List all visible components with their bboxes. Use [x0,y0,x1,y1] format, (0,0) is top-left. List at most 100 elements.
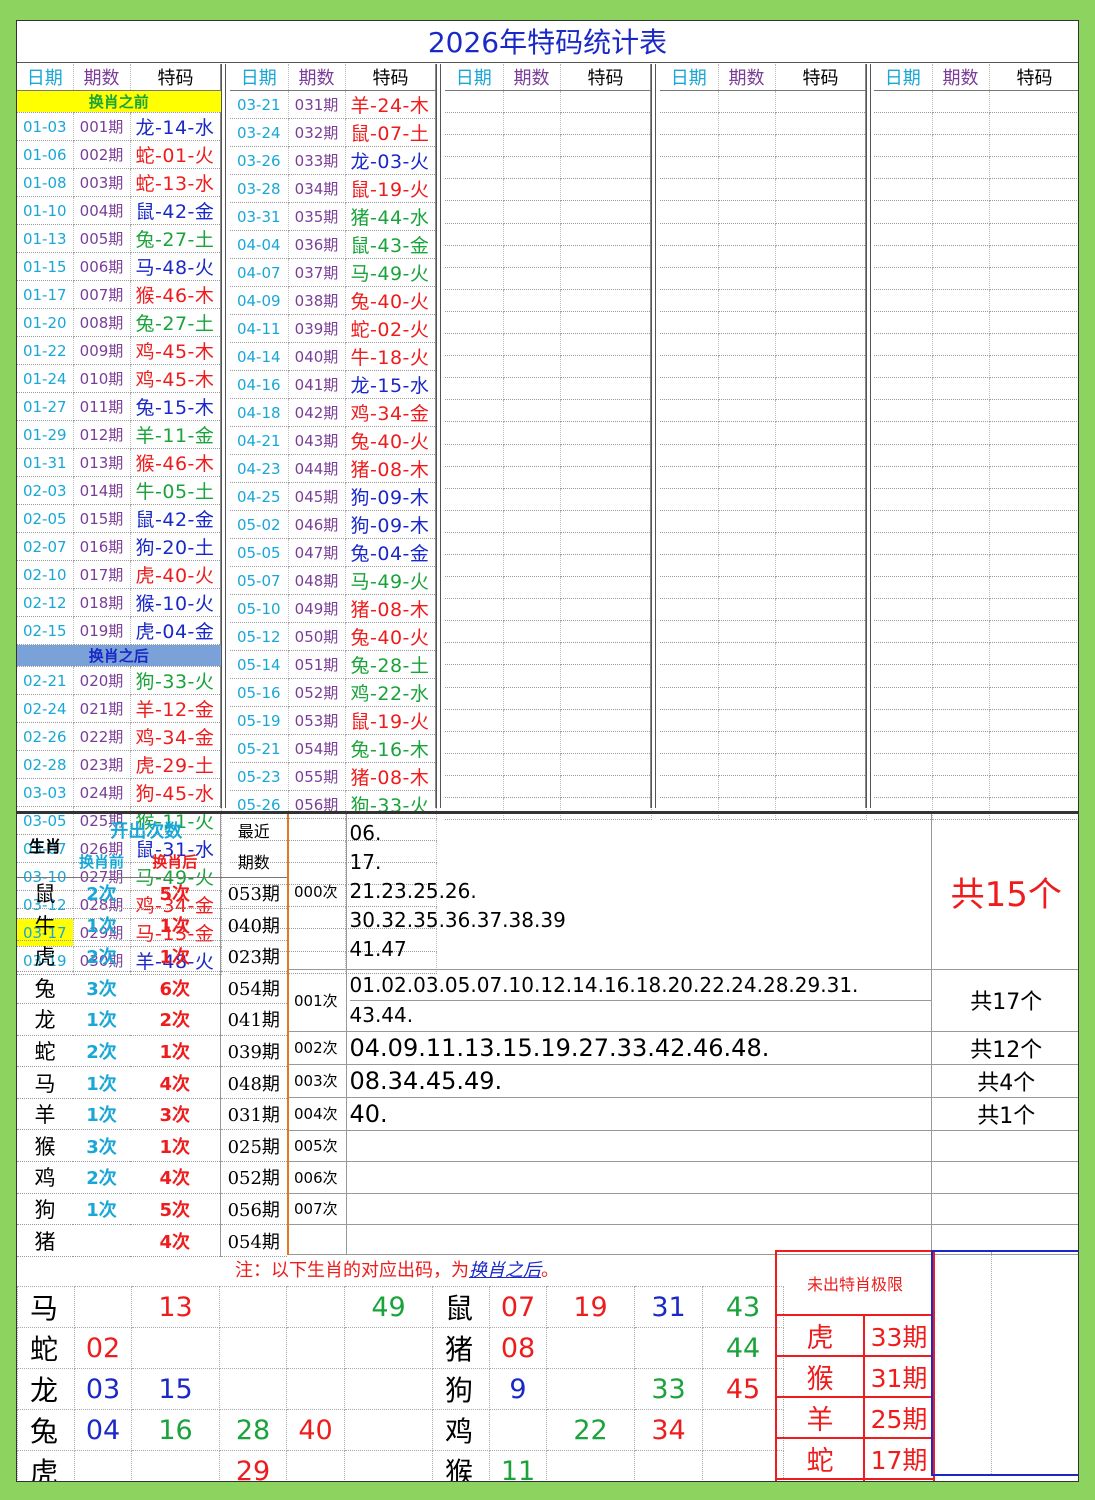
empty-cell [874,466,933,489]
row-period: 001期 [73,112,131,142]
count-label: 001次 [287,969,347,1032]
empty-cell [932,223,990,246]
count-after: 4次 [130,1066,220,1099]
zodiac-stat-row: 鸡 2次 4次 052期 [17,1161,287,1194]
empty-cell [660,156,719,180]
row-date: 04-23 [230,454,289,483]
row-period: 022期 [73,722,131,752]
row-date: 01-10 [17,196,74,226]
empty-cell [874,289,933,312]
empty-cell [445,355,504,379]
count-after: 1次 [130,940,220,973]
table-row: 04-11 039期 蛇-02-火 [230,314,437,343]
table-row: 01-15 006期 马-48-火 [17,252,222,282]
row-code: 兔-28-土 [345,650,437,679]
empty-row [874,311,1078,335]
note-link[interactable]: 换肖之后 [469,1260,541,1281]
empty-cell [718,245,776,268]
row-date: 05-14 [230,650,289,679]
row-code: 虎-04-金 [130,616,222,646]
grid-zodiac: 鼠 [432,1286,490,1328]
row-period: 033期 [288,146,346,175]
empty-row [660,333,867,357]
empty-row [445,311,652,335]
count-after: 1次 [130,1035,220,1068]
empty-row [874,178,1078,202]
summary-area: 生肖 开出次数 最近 换肖前 换肖后 期数 鼠 2次 5次 053期牛 1次 1次 040期… [17,811,1078,1481]
empty-row [445,576,652,600]
empty-cell [560,421,652,445]
empty-cell [718,554,776,578]
table-row: 02-21 020期 狗-33-火 [17,666,222,696]
data-column-3: 日期 期数 特码 [445,64,652,821]
row-code: 狗-09-木 [345,482,437,511]
empty-cell [874,134,933,158]
grid-number [219,1368,287,1410]
empty-cell [989,399,1078,423]
empty-cell [560,178,652,202]
row-code: 狗-33-火 [130,666,222,696]
number-list: 01.02.03.05.07.10.12.14.16.18.20.22.24.2… [346,969,931,1032]
empty-cell [660,311,719,335]
row-code: 鼠-42-金 [130,504,222,534]
empty-cell [718,664,776,688]
zodiac-stat-row: 蛇 2次 1次 039期 [17,1035,287,1068]
row-code: 鸡-34-金 [345,398,437,427]
column-header: 日期 期数 特码 [445,64,652,91]
frequency-row: 003次 08.34.45.49. 共4个 [287,1064,1078,1098]
frequency-row: 005次 [287,1130,1078,1163]
empty-cell [775,466,867,489]
row-period: 020期 [73,666,131,696]
empty-cell [718,753,776,776]
empty-cell [503,421,561,445]
row-period: 016期 [73,532,131,562]
column-header: 日期 期数 特码 [230,64,437,91]
empty-cell [775,245,867,268]
row-period: 032期 [288,118,346,147]
empty-cell [989,333,1078,357]
empty-cell [718,444,776,467]
stats-header-after: 换肖后 [130,845,220,878]
row-date: 05-02 [230,510,289,539]
empty-cell [718,598,776,622]
count-after: 4次 [130,1161,220,1194]
empty-row [660,399,867,423]
empty-cell [932,134,990,158]
grid-number [286,1450,345,1481]
row-date: 05-21 [230,734,289,763]
empty-cell [445,466,504,489]
recent-period: 053期 [219,877,287,910]
row-period: 023期 [73,750,131,780]
empty-row [445,90,652,114]
empty-row [445,598,652,622]
empty-cell [874,664,933,688]
empty-row [660,200,867,224]
empty-cell [989,134,1078,158]
empty-row [660,267,867,290]
blue-box [931,1250,1078,1476]
row-date: 05-07 [230,566,289,595]
empty-cell [874,355,933,379]
row-period: 052期 [288,678,346,707]
empty-cell [775,731,867,754]
empty-row [874,355,1078,379]
header-code: 特码 [989,64,1078,91]
row-period: 035期 [288,202,346,231]
empty-cell [874,731,933,754]
empty-cell [989,642,1078,666]
empty-row [660,664,867,688]
empty-cell [503,466,561,489]
empty-cell [445,200,504,224]
row-period: 038期 [288,286,346,315]
empty-cell [445,709,504,732]
count-before: 1次 [73,1193,130,1226]
empty-cell [718,156,776,180]
empty-cell [503,620,561,644]
empty-row [660,377,867,401]
empty-cell [660,488,719,511]
empty-row [445,709,652,732]
table-row: 01-03 001期 龙-14-水 [17,112,222,142]
header-date: 日期 [874,64,933,91]
empty-cell [660,421,719,445]
empty-cell [932,753,990,776]
